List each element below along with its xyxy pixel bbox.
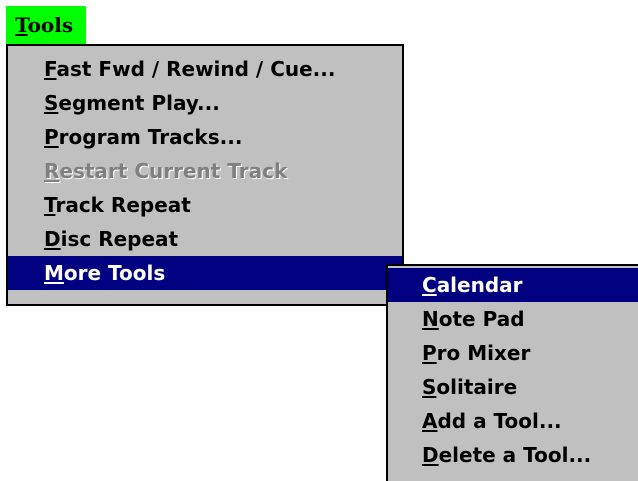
menu-item-label: elete a Tool...: [438, 443, 592, 467]
menu-item-label: estart Current Track: [59, 159, 288, 183]
menu-item-segment-play[interactable]: Segment Play...: [8, 86, 402, 120]
menu-item-accel: C: [422, 273, 437, 297]
menu-item-restart-current-track: Restart Current Track: [8, 154, 402, 188]
menu-item-fast-fwd-rewind-cue[interactable]: Fast Fwd / Rewind / Cue...: [8, 52, 402, 86]
menu-tools-label: ools: [27, 13, 74, 37]
menu-tools[interactable]: Tools: [6, 6, 86, 44]
menu-item-label: olitaire: [436, 375, 518, 399]
menu-item-accel: N: [422, 307, 439, 331]
menu-item-accel: S: [44, 91, 59, 115]
menu-item-more-tools[interactable]: More Tools: [8, 256, 402, 290]
menu-item-program-tracks[interactable]: Program Tracks...: [8, 120, 402, 154]
submenu-item-solitaire[interactable]: Solitaire: [388, 370, 638, 404]
menu-tools-accel: T: [15, 13, 28, 37]
submenu-item-note-pad[interactable]: Note Pad: [388, 302, 638, 336]
submenu-item-calendar[interactable]: Calendar: [388, 268, 638, 302]
menu-item-accel: R: [44, 159, 60, 183]
menu-item-accel: D: [422, 443, 439, 467]
submenu-item-pro-mixer[interactable]: Pro Mixer: [388, 336, 638, 370]
menu-item-label: ro Mixer: [436, 341, 531, 365]
menu-item-label: ote Pad: [438, 307, 525, 331]
more-tools-submenu: Calendar Note Pad Pro Mixer Solitaire Ad…: [386, 264, 638, 481]
menu-item-accel: P: [44, 125, 59, 149]
menu-item-accel: F: [44, 57, 57, 81]
menu-item-label: egment Play...: [58, 91, 220, 115]
menu-item-label: ast Fwd / Rewind / Cue...: [56, 57, 336, 81]
menu-item-accel: T: [44, 193, 56, 217]
menu-item-accel: A: [422, 409, 438, 433]
menu-item-label: dd a Tool...: [437, 409, 562, 433]
menu-item-label: rogram Tracks...: [58, 125, 243, 149]
menu-item-accel: D: [44, 227, 61, 251]
menu-item-accel: M: [44, 261, 64, 285]
submenu-item-delete-a-tool[interactable]: Delete a Tool...: [388, 438, 638, 472]
menu-item-label: isc Repeat: [60, 227, 179, 251]
menu-item-disc-repeat[interactable]: Disc Repeat: [8, 222, 402, 256]
menu-item-label: alendar: [436, 273, 523, 297]
menu-item-label: rack Repeat: [55, 193, 191, 217]
tools-dropdown-menu: Fast Fwd / Rewind / Cue... Segment Play.…: [6, 44, 404, 306]
menu-item-track-repeat[interactable]: Track Repeat: [8, 188, 402, 222]
submenu-item-add-a-tool[interactable]: Add a Tool...: [388, 404, 638, 438]
menu-item-accel: P: [422, 341, 437, 365]
menu-item-accel: S: [422, 375, 437, 399]
menu-item-label: ore Tools: [63, 261, 166, 285]
